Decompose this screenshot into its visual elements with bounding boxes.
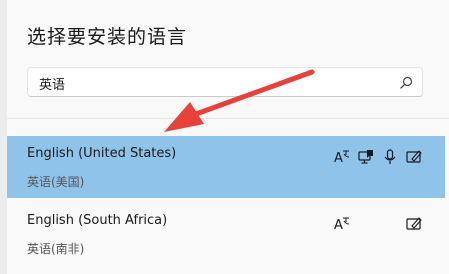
language-native-name: 英语(南非) — [27, 242, 85, 256]
handwriting-icon — [406, 150, 422, 163]
language-name: English (United States) — [27, 146, 177, 161]
text-to-speech-icon: A — [334, 150, 350, 166]
divider — [7, 118, 449, 119]
language-item-en-us[interactable]: English (United States) 英语(美国) A — [7, 136, 445, 198]
search-value: 英语 — [39, 78, 66, 93]
left-edge — [0, 0, 7, 274]
language-name: English (South Africa) — [27, 213, 168, 228]
handwriting-icon — [406, 217, 422, 230]
speech-recognition-icon — [384, 149, 396, 164]
svg-text:A: A — [334, 218, 343, 233]
text-to-speech-icon: A — [334, 217, 350, 233]
svg-text:A: A — [334, 151, 343, 166]
dialog-title: 选择要安装的语言 — [27, 26, 188, 48]
display-language-icon — [358, 150, 373, 164]
search-icon[interactable] — [398, 75, 414, 91]
language-item-en-za[interactable]: English (South Africa) 英语(南非) A — [7, 203, 445, 265]
search-input[interactable]: 英语 — [27, 67, 423, 97]
language-native-name: 英语(美国) — [27, 175, 85, 189]
